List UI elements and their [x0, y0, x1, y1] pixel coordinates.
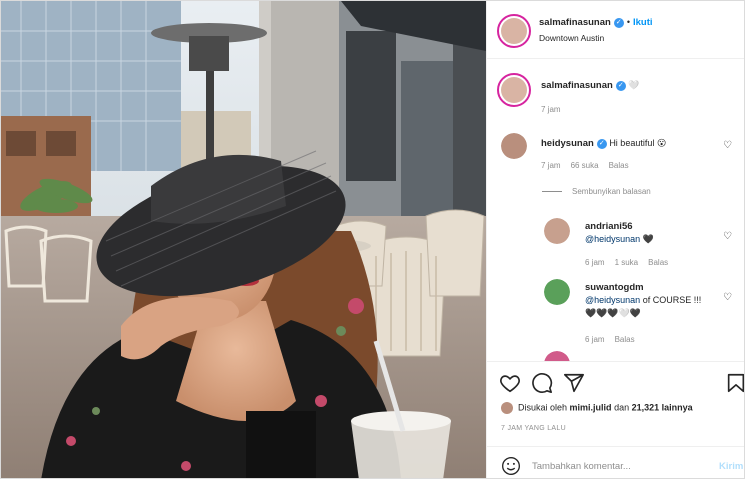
reply-time: 6 jam [585, 335, 605, 344]
location-link[interactable]: Downtown Austin [539, 33, 604, 43]
reply-button[interactable]: Balas [615, 335, 635, 344]
hide-replies-label: Sembunyikan balasan [572, 187, 651, 196]
like-reply-heart-icon[interactable]: ♡ [723, 231, 732, 242]
caption-line: salmafinasunan ✓ 🤍 [541, 79, 640, 92]
author-avatar[interactable] [497, 14, 531, 48]
post-photo[interactable] [1, 1, 486, 478]
reply-button[interactable]: Balas [648, 258, 668, 267]
author-username[interactable]: salmafinasunan [539, 17, 611, 28]
reply-button[interactable]: Balas [609, 161, 629, 170]
comment-likes[interactable]: 66 suka [571, 161, 599, 170]
like-reply-heart-icon[interactable]: ♡ [723, 292, 732, 303]
verified-icon: ✓ [615, 80, 626, 91]
verified-icon: ✓ [596, 138, 607, 149]
likes-user[interactable]: mimi.julid [570, 402, 612, 412]
follow-button[interactable]: Ikuti [633, 17, 653, 28]
post-header: salmafinasunan ✓ • Ikuti Downtown Austin [487, 1, 744, 59]
comments-list[interactable]: salmafinasunan ✓ 🤍 7 jam heidysunan ✓ Hi b… [487, 59, 744, 361]
comment-icon[interactable] [531, 372, 553, 394]
separator-dot: • [626, 17, 630, 27]
caption-username[interactable]: salmafinasunan [541, 80, 613, 91]
bookmark-icon[interactable] [725, 372, 745, 394]
likes-prefix: Disukai oleh [518, 402, 568, 413]
reply-line: suwantogdm @heidysunan of COURSE !!! 🖤🖤🖤… [585, 281, 705, 320]
verified-icon: ✓ [613, 17, 624, 28]
caption-text: 🤍 [628, 80, 640, 90]
reply-mention[interactable]: @heidysunan [585, 234, 640, 244]
reply-mention[interactable]: @heidysunan [585, 295, 640, 305]
divider-line [542, 191, 562, 193]
comment-text: Hi beautiful 😮 [609, 138, 667, 148]
caption-avatar[interactable] [497, 73, 531, 107]
reply-avatar[interactable] [544, 279, 570, 305]
caption-time: 7 jam [541, 105, 561, 114]
post-timestamp: 7 JAM YANG LALU [501, 425, 566, 432]
reply-avatar[interactable] [544, 218, 570, 244]
heart-icon[interactable] [499, 372, 521, 394]
comment-line: heidysunan ✓ Hi beautiful 😮 [541, 137, 666, 150]
reply-meta: 6 jam 1 suka Balas [585, 258, 678, 267]
liker-avatar [501, 402, 513, 414]
like-comment-heart-icon[interactable]: ♡ [723, 140, 732, 151]
comment-avatar[interactable] [501, 133, 527, 159]
author-line: salmafinasunan ✓ • Ikuti [539, 17, 653, 28]
reply-username[interactable]: andriani56 [585, 220, 725, 233]
comment-input[interactable]: Tambahkan komentar... [532, 461, 631, 472]
comment-time: 7 jam [541, 161, 561, 170]
post-photo-image [1, 1, 486, 478]
emoji-icon[interactable] [501, 456, 521, 476]
post-details-panel: salmafinasunan ✓ • Ikuti Downtown Austin sa… [486, 1, 745, 478]
reply-line: andriani56 @heidysunan 🖤 [585, 220, 725, 246]
share-icon[interactable] [563, 372, 585, 394]
reply-meta: 6 jam Balas [585, 335, 645, 344]
likes-middle: dan [614, 402, 630, 413]
reply-text: 🖤 [640, 234, 654, 244]
add-comment-bar: Tambahkan komentar... Kirim [487, 446, 744, 478]
hide-replies-button[interactable]: Sembunyikan balasan [542, 187, 651, 196]
reply-username[interactable]: suwantogdm [585, 281, 705, 294]
reply-avatar[interactable] [544, 351, 570, 361]
comment-username[interactable]: heidysunan [541, 138, 594, 149]
likes-count[interactable]: 21,321 lainnya [632, 402, 693, 412]
instagram-post-window: salmafinasunan ✓ • Ikuti Downtown Austin sa… [0, 0, 745, 479]
comment-meta: 7 jam 66 suka Balas [541, 161, 639, 170]
reply-likes[interactable]: 1 suka [615, 258, 639, 267]
likes-summary[interactable]: Disukai oleh mimi.julid dan 21,321 lainn… [501, 402, 693, 414]
post-actions: Disukai oleh mimi.julid dan 21,321 lainn… [487, 361, 745, 432]
send-comment-button[interactable]: Kirim [719, 461, 743, 472]
reply-time: 6 jam [585, 258, 605, 267]
